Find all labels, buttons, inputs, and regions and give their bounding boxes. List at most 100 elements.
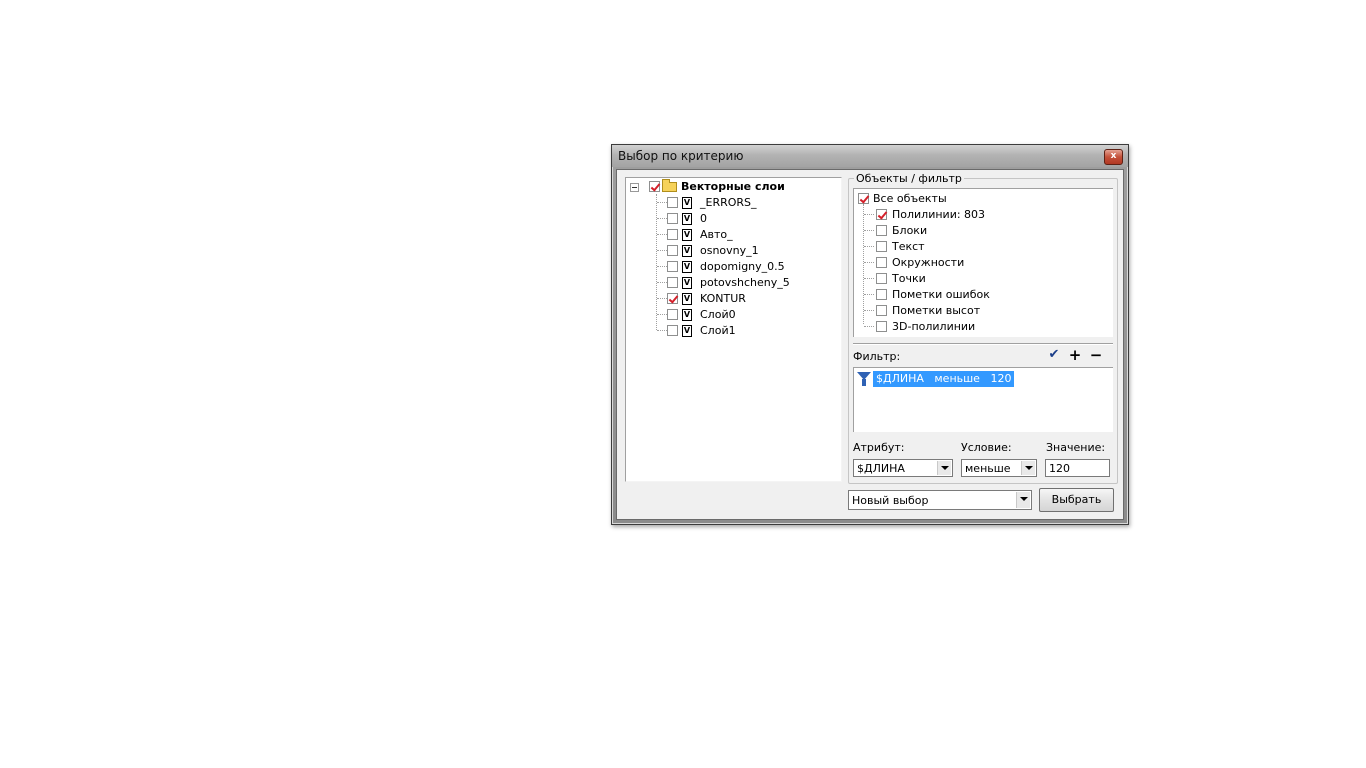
layer-label: Авто_ — [700, 228, 733, 241]
filter-row-text: $ДЛИНА меньше 120 — [873, 371, 1015, 387]
vector-layer-icon: V — [682, 245, 692, 257]
filter-label: Фильтр: — [853, 350, 901, 363]
layers-tree[interactable]: Векторные слои V _ERRORS_ V 0 V Авто_ Vosnovny… — [625, 177, 842, 482]
plus-icon: + — [1068, 346, 1082, 364]
object-type-item[interactable]: Окружности — [854, 255, 1113, 271]
tree-connector — [864, 214, 874, 215]
layer-checkbox[interactable] — [667, 197, 678, 208]
layer-label: dopomigny_0.5 — [700, 260, 785, 273]
condition-select[interactable]: меньше — [961, 459, 1037, 477]
layer-label: potovshcheny_5 — [700, 276, 790, 289]
layer-label: Слой1 — [700, 324, 736, 337]
object-type-item[interactable]: Блоки — [854, 223, 1113, 239]
folder-open-icon — [662, 179, 677, 192]
layer-label: _ERRORS_ — [700, 196, 757, 209]
layer-checkbox[interactable] — [667, 245, 678, 256]
object-type-item[interactable]: Пометки ошибок — [854, 287, 1113, 303]
layer-label: 0 — [700, 212, 707, 225]
value-input-text: 120 — [1049, 462, 1070, 475]
layer-label: osnovny_1 — [700, 244, 759, 257]
chevron-down-icon[interactable] — [1016, 492, 1030, 508]
tree-connector — [657, 266, 667, 267]
object-type-label: Точки — [892, 272, 926, 285]
apply-filter-button[interactable]: ✔ — [1046, 347, 1062, 363]
layer-checkbox[interactable] — [667, 213, 678, 224]
selection-mode-value: Новый выбор — [852, 494, 929, 507]
layer-checkbox[interactable] — [667, 293, 678, 304]
layer-checkbox[interactable] — [667, 229, 678, 240]
objects-tree[interactable]: Все объекты Полилинии: 803 Блоки Текст Окру… — [853, 188, 1113, 337]
object-type-item[interactable]: Точки — [854, 271, 1113, 287]
layer-item[interactable]: Vdopomigny_0.5 — [626, 259, 841, 275]
layer-item[interactable]: V0 — [626, 211, 841, 227]
remove-filter-button[interactable]: − — [1088, 347, 1104, 363]
object-type-checkbox[interactable] — [876, 273, 887, 284]
layer-checkbox[interactable] — [667, 325, 678, 336]
tree-connector — [657, 218, 667, 219]
attribute-select-value: $ДЛИНА — [857, 462, 905, 475]
layer-checkbox[interactable] — [667, 261, 678, 272]
chevron-down-icon[interactable] — [1021, 461, 1035, 475]
objects-root-label: Все объекты — [873, 192, 947, 205]
layer-checkbox[interactable] — [667, 277, 678, 288]
object-type-label: Пометки ошибок — [892, 288, 990, 301]
layers-root-checkbox[interactable] — [649, 181, 660, 192]
minus-icon: − — [1089, 346, 1103, 364]
select-by-criteria-dialog: Выбор по критерию x Векторные слои V _ERR… — [611, 144, 1129, 525]
object-type-checkbox[interactable] — [876, 225, 887, 236]
tree-connector — [864, 278, 874, 279]
window-title: Выбор по критерию — [618, 149, 744, 163]
object-type-item[interactable]: Текст — [854, 239, 1113, 255]
object-type-checkbox[interactable] — [876, 321, 887, 332]
checkmark-icon: ✔ — [1048, 347, 1060, 362]
tree-connector — [657, 298, 667, 299]
attribute-select[interactable]: $ДЛИНА — [853, 459, 953, 477]
tree-connector — [864, 246, 874, 247]
tree-connector — [864, 262, 874, 263]
object-type-label: 3D-полилинии — [892, 320, 976, 333]
layers-root-row[interactable]: Векторные слои — [626, 179, 841, 195]
objects-root-checkbox[interactable] — [858, 193, 869, 204]
layer-item[interactable]: Vosnovny_1 — [626, 243, 841, 259]
object-type-label: Пометки высот — [892, 304, 981, 317]
tree-connector — [864, 310, 874, 311]
object-type-checkbox[interactable] — [876, 305, 887, 316]
value-input[interactable]: 120 — [1045, 459, 1110, 477]
layer-label: KONTUR — [700, 292, 746, 305]
object-type-checkbox[interactable] — [876, 289, 887, 300]
tree-connector — [864, 230, 874, 231]
layer-checkbox[interactable] — [667, 309, 678, 320]
selection-mode-select[interactable]: Новый выбор — [848, 490, 1032, 510]
layer-item[interactable]: V Авто_ — [626, 227, 841, 243]
object-type-checkbox[interactable] — [876, 257, 887, 268]
divider — [853, 343, 1113, 345]
vector-layer-icon: V — [682, 261, 692, 273]
vector-layer-icon: V — [682, 309, 692, 321]
add-filter-button[interactable]: + — [1067, 347, 1083, 363]
object-type-item[interactable]: 3D-полилинии — [854, 319, 1113, 335]
layer-item[interactable]: V Слой0 — [626, 307, 841, 323]
objects-root-row[interactable]: Все объекты — [854, 191, 1113, 207]
tree-connector — [657, 282, 667, 283]
layer-item[interactable]: V Слой1 — [626, 323, 841, 339]
object-type-item[interactable]: Пометки высот — [854, 303, 1113, 319]
condition-label: Условие: — [961, 441, 1012, 454]
vector-layer-icon: V — [682, 277, 692, 289]
select-button[interactable]: Выбрать — [1039, 488, 1114, 512]
title-bar[interactable]: Выбор по критерию x — [612, 145, 1128, 167]
close-button[interactable]: x — [1104, 149, 1123, 165]
object-type-checkbox[interactable] — [876, 241, 887, 252]
collapse-icon[interactable] — [630, 183, 639, 192]
layer-item[interactable]: V KONTUR — [626, 291, 841, 307]
chevron-down-icon[interactable] — [937, 461, 951, 475]
object-type-checkbox[interactable] — [876, 209, 887, 220]
layer-item[interactable]: V _ERRORS_ — [626, 195, 841, 211]
filter-list[interactable]: $ДЛИНА меньше 120 — [853, 367, 1113, 432]
tree-connector — [657, 234, 667, 235]
object-type-item[interactable]: Полилинии: 803 — [854, 207, 1113, 223]
layer-item[interactable]: Vpotovshcheny_5 — [626, 275, 841, 291]
condition-select-value: меньше — [965, 462, 1011, 475]
vector-layer-icon: V — [682, 293, 692, 305]
object-type-label: Полилинии: 803 — [892, 208, 986, 221]
tree-connector — [864, 326, 874, 327]
